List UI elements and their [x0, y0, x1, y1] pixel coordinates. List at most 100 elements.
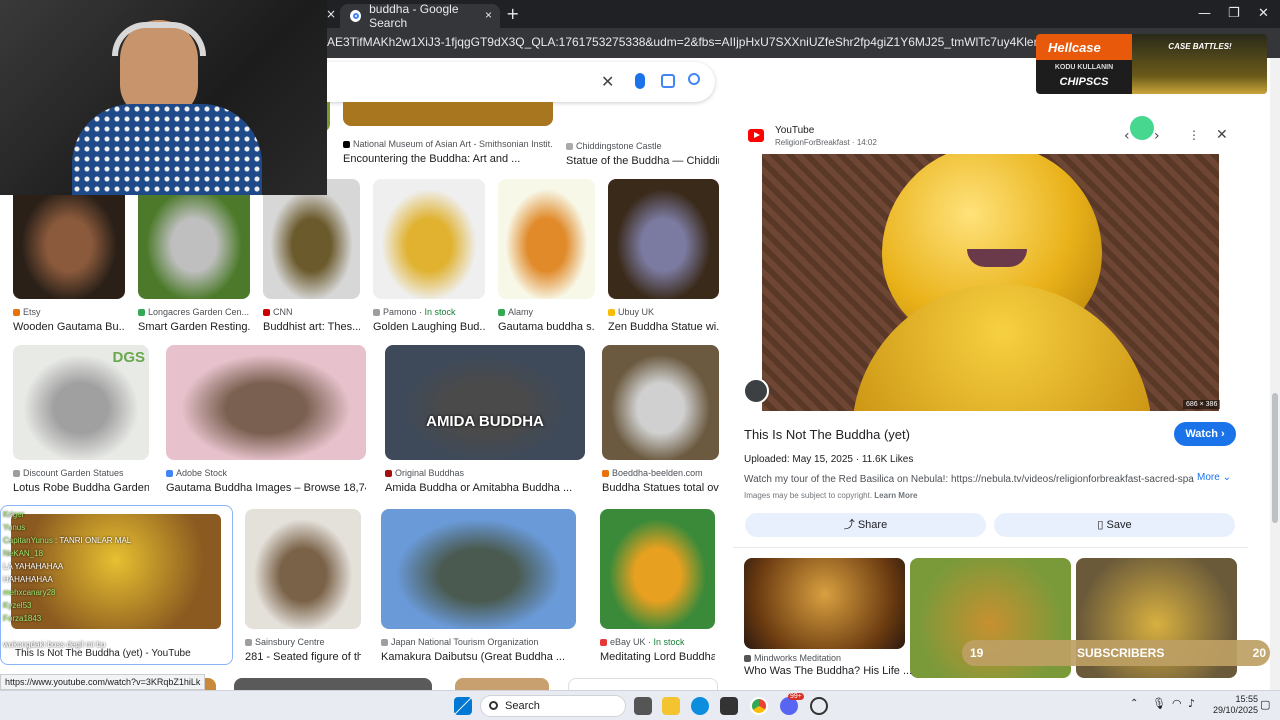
sub-count-goal: 20 [1252, 646, 1266, 660]
result-title[interactable]: Smart Garden Resting... [138, 321, 250, 333]
search-icon [489, 701, 498, 710]
chat-username: Yunus [3, 523, 26, 532]
close-window-button[interactable]: ✕ [1258, 6, 1269, 21]
chat-text: LA YAHAHAHAA [3, 562, 64, 571]
obs-icon[interactable] [810, 697, 828, 715]
more-button[interactable]: More [1197, 472, 1220, 483]
search-icon[interactable] [688, 73, 700, 85]
next-arrow-icon[interactable]: › [1154, 128, 1160, 144]
taskbar-clock[interactable]: 15:55 29/10/2025 [1208, 694, 1258, 716]
windows-start-icon[interactable] [454, 697, 472, 715]
result-thumbnail [566, 102, 719, 133]
taskbar-search-label: Search [505, 700, 540, 712]
result-card[interactable]: Ubuy UK Zen Buddha Statue wi... [608, 179, 719, 333]
minimize-button[interactable]: — [1198, 6, 1211, 21]
more-options-icon[interactable]: ⋮ [1188, 128, 1200, 142]
related-title[interactable]: Who Was The Buddha? His Life ... [744, 665, 912, 677]
show-hidden-icons[interactable]: ⌃ [1130, 698, 1138, 709]
related-thumbnail[interactable] [744, 558, 905, 649]
chat-yt-label: YouTube [15, 634, 47, 643]
result-card[interactable]: Sainsbury Centre 281 - Seated figure of t… [245, 509, 361, 663]
result-title[interactable]: Kamakura Daibutsu (Great Buddha ... [381, 651, 576, 663]
share-icon: ⤴ [843, 519, 858, 531]
maximize-button[interactable]: ❐ [1228, 6, 1240, 21]
notifications-icon[interactable]: ▢ [1260, 698, 1270, 711]
chat-yt-title[interactable]: This Is Not The Buddha (yet) - YouTube [15, 648, 191, 659]
result-title[interactable]: Encountering the Buddha: Art and ... [343, 153, 553, 165]
result-card[interactable]: Etsy Wooden Gautama Bu... [13, 179, 125, 333]
result-card[interactable]: Boeddha-beelden.com Buddha Statues total … [602, 345, 719, 494]
result-title[interactable]: Statue of the Buddha — Chiddin... [566, 155, 719, 167]
result-title[interactable]: Golden Laughing Bud... [373, 321, 485, 333]
sub-count-start: 19 [970, 646, 984, 660]
task-view-icon[interactable] [634, 697, 652, 715]
watch-button[interactable]: Watch › [1174, 422, 1236, 446]
result-card[interactable]: National Museum of Asian Art - Smithsoni… [343, 102, 553, 165]
result-card[interactable]: DGS Discount Garden Statues Lotus Robe Bud… [13, 345, 149, 494]
source-favicon-icon [566, 143, 573, 151]
chat-username: Kyzel53 [3, 601, 32, 610]
clock-time: 15:55 [1235, 694, 1258, 704]
wifi-icon[interactable]: ◠ [1172, 697, 1182, 710]
preview-image[interactable] [762, 154, 1219, 411]
result-title[interactable]: Gautama buddha s... [498, 321, 595, 333]
scrollbar-thumb[interactable] [1272, 393, 1278, 523]
result-card[interactable]: Adobe Stock Gautama Buddha Images – Brows… [166, 345, 366, 494]
new-tab-button[interactable]: + [506, 4, 519, 23]
tab-close-icon[interactable]: × [485, 8, 492, 22]
result-title[interactable]: Meditating Lord Buddha ... [600, 651, 715, 663]
result-card[interactable]: Longacres Garden Cen... Smart Garden Rest… [138, 179, 250, 333]
result-card[interactable]: Alamy Gautama buddha s... [498, 179, 595, 333]
source-favicon-icon [600, 639, 607, 647]
file-explorer-icon[interactable] [662, 697, 680, 715]
previous-arrow-icon[interactable]: ‹ [1124, 128, 1130, 144]
page-scrollbar[interactable] [1270, 58, 1280, 690]
result-card[interactable]: Pamono · In stock Golden Laughing Bud... [373, 179, 485, 333]
webcam-overlay [0, 0, 327, 195]
share-button[interactable]: ⤴ Share [745, 513, 986, 537]
result-card[interactable]: eBay UK · In stock Meditating Lord Buddha… [600, 509, 715, 663]
result-title[interactable]: Buddhist art: Thes... [263, 321, 360, 333]
chrome-icon[interactable] [750, 697, 768, 715]
tab-close-icon[interactable]: × [326, 7, 336, 21]
save-button[interactable]: ▯ Save [994, 513, 1235, 537]
result-title[interactable]: Amida Buddha or Amitabha Buddha ... [385, 482, 585, 494]
search-bar[interactable]: ✕ [280, 62, 715, 102]
panel-site[interactable]: YouTube [775, 125, 814, 136]
source-favicon-icon [498, 309, 505, 317]
thumbnail-badge: DGS [112, 349, 145, 366]
panel-title[interactable]: This Is Not The Buddha (yet) [744, 427, 910, 442]
result-thumbnail [138, 179, 250, 299]
taskbar-search[interactable]: Search [480, 695, 626, 717]
chat-messages: Kriger Yunus CapitanYunus : TANRI ONLAR MA… [3, 510, 232, 653]
result-title[interactable]: Lotus Robe Buddha Garden... [13, 482, 149, 494]
result-card[interactable]: Chiddingstone Castle Statue of the Buddh… [566, 102, 719, 167]
clear-search-icon[interactable]: ✕ [601, 72, 614, 91]
volume-icon[interactable]: ♪ [1188, 697, 1195, 710]
result-card[interactable]: Japan National Tourism Organization Kamak… [381, 509, 576, 663]
lens-search-icon[interactable] [743, 378, 769, 404]
bookmark-icon: ▯ [1097, 519, 1107, 531]
edge-icon[interactable] [691, 697, 709, 715]
result-title[interactable]: 281 - Seated figure of th... [245, 651, 361, 663]
lens-icon[interactable] [661, 74, 675, 88]
result-thumbnail: AMIDA BUDDHA [385, 345, 585, 460]
source-favicon-icon [263, 309, 270, 317]
tab-active[interactable]: buddha - Google Search × [340, 2, 500, 30]
chat-username: CapitanYunus [3, 536, 53, 545]
result-title[interactable]: Gautama Buddha Images – Browse 18,740 ..… [166, 482, 366, 494]
result-title[interactable]: Wooden Gautama Bu... [13, 321, 125, 333]
result-source: eBay UK [610, 637, 646, 647]
in-stock-label: In stock [424, 307, 456, 317]
result-source: Longacres Garden Cen... [148, 307, 250, 317]
result-title[interactable]: Zen Buddha Statue wi... [608, 321, 719, 333]
result-card[interactable]: CNN Buddhist art: Thes... [263, 179, 360, 333]
microphone-icon[interactable]: 🎙 [1152, 697, 1166, 710]
learn-more-link[interactable]: Learn More [874, 491, 917, 500]
result-card[interactable]: AMIDA BUDDHA Original Buddhas Amida Buddha… [385, 345, 585, 494]
result-title[interactable]: Buddha Statues total ov... [602, 482, 719, 494]
store-icon[interactable] [720, 697, 738, 715]
close-panel-icon[interactable]: ✕ [1216, 127, 1228, 143]
result-source: Alamy [508, 307, 534, 317]
voice-search-icon[interactable] [635, 73, 645, 89]
